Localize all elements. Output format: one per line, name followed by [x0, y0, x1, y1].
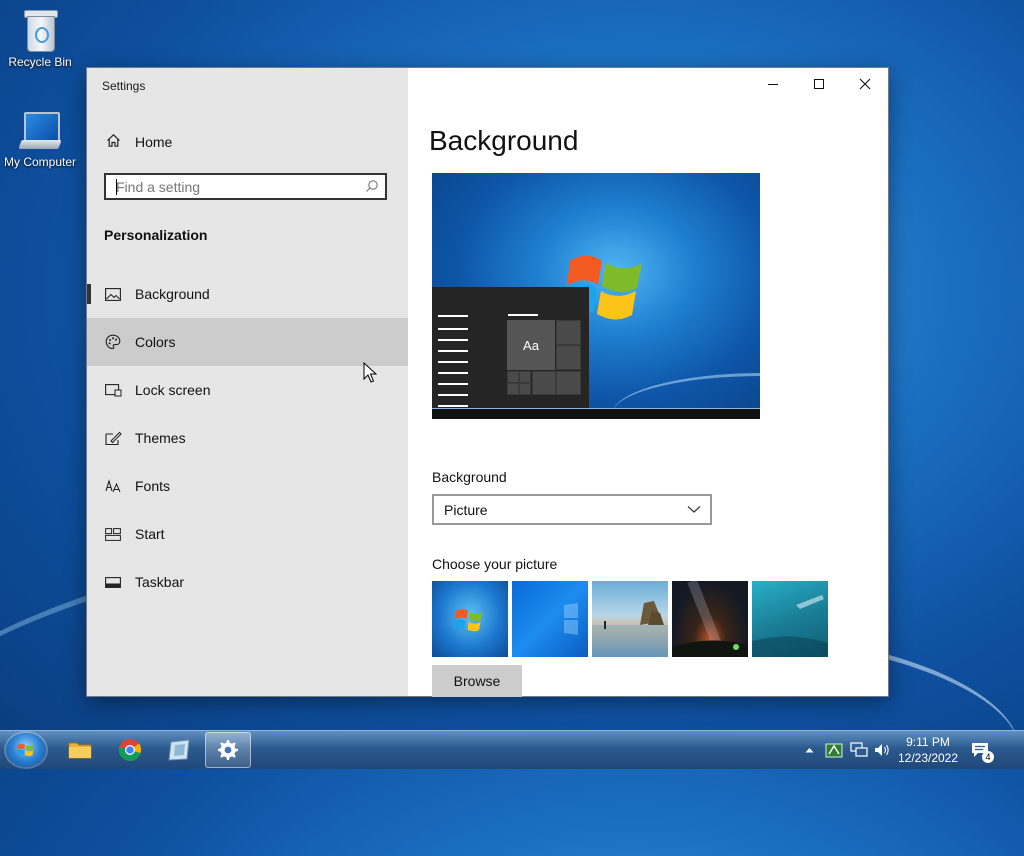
close-button[interactable]	[842, 68, 888, 100]
browse-button[interactable]: Browse	[432, 665, 522, 697]
recycle-bin-icon	[23, 8, 58, 52]
nav-item-label: Fonts	[135, 478, 171, 494]
beach-landscape-image	[592, 601, 668, 657]
preview-tiles: Aa	[507, 320, 585, 408]
night-sky-image	[672, 581, 748, 657]
home-icon	[105, 133, 121, 152]
taskbar-clock[interactable]: 9:11 PM 12/23/2022	[893, 734, 963, 766]
clock-time: 9:11 PM	[906, 735, 950, 749]
background-preview: Aa	[432, 173, 760, 419]
selection-indicator	[87, 284, 91, 304]
search-box[interactable]	[104, 173, 387, 200]
taskbar-icon	[104, 576, 122, 588]
nav-item-start[interactable]: Start	[87, 510, 408, 558]
close-icon	[859, 78, 871, 90]
start-icon	[104, 527, 122, 541]
notification-count-badge: 4	[982, 751, 994, 763]
show-hidden-icons-button[interactable]	[802, 731, 816, 769]
picture-thumbnails	[432, 581, 828, 657]
background-type-label: Background	[432, 469, 507, 485]
search-icon	[366, 180, 378, 192]
picture-thumbnail[interactable]	[592, 581, 668, 657]
start-button[interactable]	[6, 733, 46, 767]
nav-item-colors[interactable]: Colors	[87, 318, 408, 366]
nav-home-label: Home	[135, 134, 173, 150]
preview-divider	[508, 314, 538, 316]
taskbar: 9:11 PM 12/23/2022 4	[0, 730, 1024, 769]
nav-item-themes[interactable]: Themes	[87, 414, 408, 462]
tray-volume[interactable]	[872, 731, 892, 769]
nav-item-fonts[interactable]: Fonts	[87, 462, 408, 510]
nav-item-lock-screen[interactable]: Lock screen	[87, 366, 408, 414]
preview-taskbar	[432, 408, 760, 419]
nav-item-label: Themes	[135, 430, 186, 446]
themes-icon	[104, 431, 122, 446]
nav-home[interactable]: Home	[87, 127, 408, 157]
page-title: Background	[429, 125, 579, 156]
window-title: Settings	[102, 79, 146, 93]
maximize-button[interactable]	[796, 68, 842, 100]
action-center-button[interactable]	[968, 731, 992, 769]
nav-item-background[interactable]: Background	[87, 270, 408, 318]
taskbar-chrome-button[interactable]	[107, 732, 153, 768]
picture-thumbnail[interactable]	[672, 581, 748, 657]
choose-picture-label: Choose your picture	[432, 556, 558, 572]
taskbar-explorer-button[interactable]	[57, 732, 103, 768]
lock-screen-icon	[104, 383, 122, 397]
windows-logo	[564, 603, 578, 635]
preview-start-pane: Aa	[432, 287, 589, 408]
settings-gear-icon	[218, 740, 238, 760]
text-caret	[116, 179, 117, 195]
nav-item-label: Background	[135, 286, 210, 302]
settings-window: Settings Home Personalization Background…	[87, 68, 888, 697]
desktop-icon-label: Recycle Bin	[8, 55, 72, 69]
mouse-cursor-icon	[363, 362, 377, 383]
taskbar-settings-button[interactable]	[205, 732, 251, 768]
nav-item-taskbar[interactable]: Taskbar	[87, 558, 408, 606]
maximize-icon	[814, 79, 824, 89]
preview-sample-tile: Aa	[507, 320, 555, 370]
network-icon	[850, 742, 868, 757]
dropdown-value: Picture	[444, 501, 488, 518]
picture-thumbnail[interactable]	[512, 581, 588, 657]
chevron-down-icon	[687, 506, 701, 513]
volume-icon	[875, 744, 889, 756]
minimize-button[interactable]	[750, 68, 796, 100]
desktop-icon-recycle-bin[interactable]: Recycle Bin	[0, 8, 80, 69]
windows-flag-logo	[452, 609, 483, 632]
fonts-icon	[104, 479, 122, 493]
computer-icon	[18, 112, 62, 152]
clock-date: 12/23/2022	[897, 751, 959, 765]
taskbar-app-button[interactable]	[157, 732, 203, 768]
nav-item-label: Taskbar	[135, 574, 185, 590]
tray-network[interactable]	[848, 731, 870, 769]
underwater-swimmer-image	[752, 595, 828, 657]
picture-thumbnail[interactable]	[432, 581, 508, 657]
nav-item-label: Lock screen	[135, 382, 211, 398]
desktop-icon-my-computer[interactable]: My Computer	[0, 112, 80, 169]
chevron-up-icon	[805, 748, 813, 753]
windows-start-icon	[17, 744, 34, 756]
section-heading: Personalization	[104, 227, 208, 243]
minimize-icon	[768, 84, 778, 85]
background-type-dropdown[interactable]: Picture	[432, 494, 712, 525]
tray-input-method[interactable]	[824, 731, 844, 769]
picture-thumbnail[interactable]	[752, 581, 828, 657]
nav-item-label: Colors	[135, 334, 176, 350]
search-input[interactable]	[106, 175, 356, 198]
chrome-icon	[118, 739, 141, 761]
palette-icon	[104, 334, 122, 350]
nav-item-label: Start	[135, 526, 165, 542]
picture-icon	[104, 287, 122, 301]
preview-menu-lines	[438, 315, 468, 416]
folder-icon	[68, 742, 92, 759]
window-app-icon	[168, 739, 190, 761]
desktop-icon-label: My Computer	[3, 155, 77, 169]
input-method-icon	[825, 743, 843, 758]
settings-nav-pane: Settings Home Personalization Background…	[87, 68, 408, 696]
